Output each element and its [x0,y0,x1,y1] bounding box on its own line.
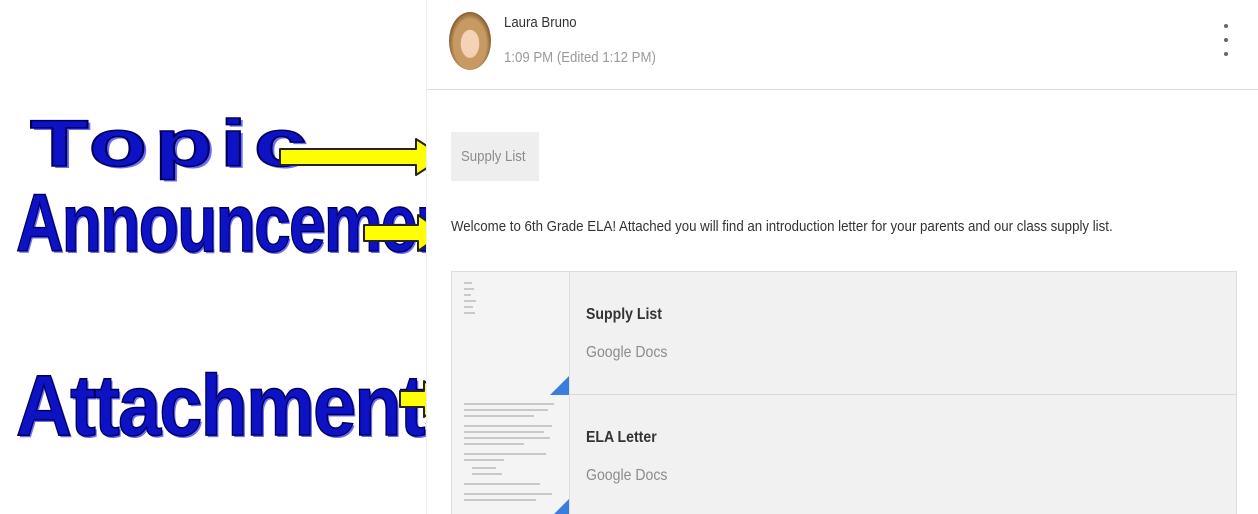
post-timestamp: 1:09 PM (Edited 1:12 PM) [504,49,656,66]
author-name: Laura Bruno [504,14,577,31]
thumb-line [472,467,496,469]
thumb-line [464,431,544,433]
thumb-line [464,300,476,302]
thumb-line [464,415,534,417]
menu-dot [1224,38,1228,42]
announcement-post: Laura Bruno 1:09 PM (Edited 1:12 PM) Sup… [426,0,1258,514]
attachment-type: Google Docs [586,344,668,361]
attachment-title[interactable]: Supply List [586,306,662,324]
topic-chip[interactable]: Supply List [451,132,539,181]
attachment-thumbnail [452,395,570,514]
thumb-line [464,306,473,308]
menu-dot [1224,52,1228,56]
topic-annotation-label: Topic [29,106,315,180]
thumb-line [464,409,548,411]
thumb-line [464,493,552,495]
attachment-item[interactable]: Supply List Google Docs [452,272,1236,395]
author-avatar[interactable] [449,12,491,70]
attachment-thumbnail [452,272,570,395]
thumb-line [464,483,540,485]
thumb-line [464,453,546,455]
attachment-type: Google Docs [586,467,668,484]
thumb-line [464,443,524,445]
post-header: Laura Bruno 1:09 PM (Edited 1:12 PM) [427,0,1258,90]
thumb-line [464,403,554,405]
thumb-line [464,312,475,314]
thumb-line [464,459,504,461]
thumb-line [464,425,552,427]
thumb-line [464,499,536,501]
menu-dot [1224,24,1228,28]
announcement-text: Welcome to 6th Grade ELA! Attached you w… [451,218,1113,235]
thumb-line [464,288,474,290]
thumb-line [464,437,550,439]
google-docs-icon [550,376,569,395]
thumb-line [464,294,471,296]
topic-chip-label: Supply List [461,148,526,165]
attachments-list: Supply List Google Docs ELA Letter Googl… [451,271,1237,514]
attachment-item[interactable]: ELA Letter Google Docs [452,395,1236,514]
thumb-line [464,282,472,284]
attachment-title[interactable]: ELA Letter [586,429,657,447]
more-vert-icon[interactable] [1220,24,1232,56]
thumb-line [472,473,502,475]
google-docs-icon [550,499,569,514]
topic-arrow-icon [279,138,445,176]
avatar-face [461,30,479,54]
